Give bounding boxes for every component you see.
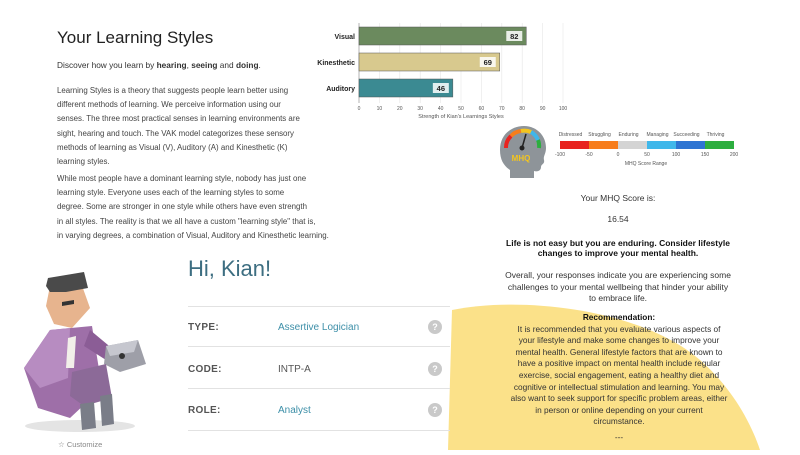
mhq-score-value: 16.54 bbox=[607, 214, 629, 224]
scale-band-distressed bbox=[560, 141, 589, 149]
role-value[interactable]: Analyst bbox=[278, 405, 311, 416]
customize-label: Customize bbox=[66, 440, 103, 449]
chart-x-tick-label: 60 bbox=[479, 106, 485, 112]
learning-styles-title: Your Learning Styles bbox=[57, 28, 214, 47]
scale-label-distressed: Distressed bbox=[558, 132, 583, 138]
scale-tick: 100 bbox=[671, 152, 681, 158]
type-value[interactable]: Assertive Logician bbox=[278, 322, 359, 333]
scale-tick: -50 bbox=[585, 152, 593, 158]
scale-label-succeeding: Succeeding bbox=[673, 132, 700, 138]
mhq-score-label: Your MHQ Score is: bbox=[580, 193, 656, 203]
mhq-gauge: MHQ bbox=[494, 120, 550, 187]
recommendation-section: Recommendation: It is recommended that y… bbox=[498, 312, 740, 444]
recommendation-title: Recommendation: bbox=[582, 312, 656, 322]
scale-tick: 0 bbox=[616, 152, 620, 158]
star-icon: ☆ bbox=[58, 440, 65, 449]
mhq-headline: Life is not easy but you are enduring. C… bbox=[506, 238, 730, 258]
customize-link[interactable]: ☆ Customize bbox=[58, 440, 102, 449]
chart-x-tick-label: 20 bbox=[397, 106, 403, 112]
mhq-gauge-label: MHQ bbox=[512, 154, 531, 163]
chart-category-label: Kinesthetic bbox=[317, 60, 355, 67]
scale-band-thriving bbox=[705, 141, 734, 149]
scale-label-enduring: Enduring bbox=[618, 132, 639, 138]
learning-styles-intro: Discover how you learn by hearing, seein… bbox=[57, 60, 261, 70]
logician-character-illustration bbox=[10, 268, 160, 441]
chart-value-label: 82 bbox=[510, 32, 518, 41]
scale-title: MHQ Score Range bbox=[624, 161, 668, 167]
chart-x-tick-label: 80 bbox=[519, 106, 525, 112]
chart-category-label: Auditory bbox=[326, 86, 355, 93]
chart-value-label: 69 bbox=[484, 58, 492, 67]
chart-x-tick-label: 100 bbox=[559, 106, 568, 112]
learning-styles-bar-chart: 0 10 20 30 40 50 60 70 80 90 100 Visual 82 Kinestheti… bbox=[317, 23, 568, 120]
role-key: ROLE: bbox=[188, 405, 221, 416]
chart-x-tick-label: 10 bbox=[377, 106, 383, 112]
learning-styles-paragraph-1: Learning Styles is a theory that suggest… bbox=[57, 86, 300, 167]
mhq-head-gauge-icon: MHQ bbox=[500, 126, 546, 178]
chart-x-tick-label: 30 bbox=[417, 106, 423, 112]
code-value: INTP-A bbox=[278, 364, 311, 375]
role-help-icon[interactable]: ? bbox=[428, 403, 442, 417]
row-divider bbox=[188, 346, 450, 347]
type-help-icon[interactable]: ? bbox=[428, 320, 442, 334]
scale-band-managing bbox=[647, 141, 676, 149]
row-divider bbox=[188, 306, 450, 307]
code-help-icon[interactable]: ? bbox=[428, 362, 442, 376]
chart-bar bbox=[358, 26, 527, 46]
scale-tick: 150 bbox=[700, 152, 710, 158]
scale-tick: 50 bbox=[644, 152, 650, 158]
row-divider bbox=[188, 388, 450, 389]
scale-tick: 200 bbox=[729, 152, 739, 158]
chart-x-tick-label: 50 bbox=[458, 106, 464, 112]
chart-x-tick-label: 90 bbox=[540, 106, 546, 112]
chart-x-tick-label: 40 bbox=[438, 106, 444, 112]
scale-label-managing: Managing bbox=[646, 132, 669, 138]
scale-label-struggling: Struggling bbox=[588, 132, 611, 138]
type-key: TYPE: bbox=[188, 322, 219, 333]
scale-label-thriving: Thriving bbox=[706, 132, 725, 138]
chart-x-tick-label: 0 bbox=[358, 106, 361, 112]
code-key: CODE: bbox=[188, 364, 222, 375]
chart-x-axis-title: Strength of Kian's Learnings Styles bbox=[418, 114, 504, 120]
scale-tick: -100 bbox=[554, 152, 565, 158]
scale-band-succeeding bbox=[676, 141, 705, 149]
chart-bar bbox=[358, 52, 501, 72]
greeting-heading: Hi, Kian! bbox=[188, 256, 272, 281]
chart-x-tick-label: 70 bbox=[499, 106, 505, 112]
scale-band-enduring bbox=[618, 141, 647, 149]
scale-band-struggling bbox=[589, 141, 618, 149]
learning-styles-chart: 0 10 20 30 40 50 60 70 80 90 100 Visual 82 Kinestheti… bbox=[315, 23, 575, 128]
chart-value-label: 46 bbox=[437, 84, 445, 93]
row-divider bbox=[188, 430, 450, 431]
mhq-score-scale: Distressed Struggling Enduring Managing … bbox=[555, 130, 738, 170]
chart-category-label: Visual bbox=[335, 34, 356, 41]
learning-styles-paragraph-2: While most people have a dominant learni… bbox=[57, 174, 329, 240]
